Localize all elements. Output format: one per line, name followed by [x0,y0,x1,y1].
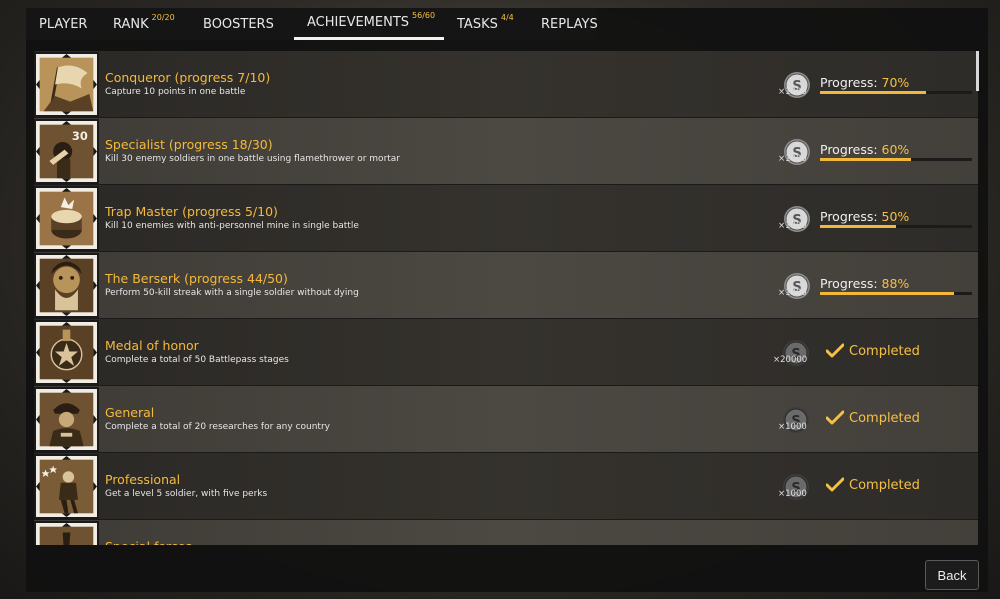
achievement-row: Medal of honor Complete a total of 50 Bat… [34,319,978,386]
checkmark-icon [826,477,844,492]
progress-percent: 50% [881,209,910,224]
special-forces-icon [34,521,99,545]
mine-icon [34,186,99,251]
progress-bar [820,292,972,295]
tab-achievements[interactable]: ACHIEVEMENTS 56/60 [294,8,444,40]
achievement-description: Complete a total of 50 Battlepass stages [105,355,289,365]
achievement-title: Specialist (progress 18/30) [105,137,273,152]
progress-label: Progress: 70% [820,75,909,90]
progress-bar-fill [820,225,896,228]
tab-label: ACHIEVEMENTS [307,15,410,30]
progress-label: Progress: 88% [820,276,909,291]
progress-bar-fill [820,158,912,161]
tab-tasks[interactable]: TASKS 4/4 [444,8,528,40]
achievement-description: Kill 10 enemies with anti-personnel mine… [105,221,359,231]
progress-percent: 60% [881,142,910,157]
tab-label: REPLAYS [541,16,598,32]
completed-status: Completed [826,343,920,359]
achievement-title: Conqueror (progress 7/10) [105,70,271,85]
tab-label: RANK [113,16,149,32]
completed-status: Completed [826,477,920,493]
achievement-title: Medal of honor [105,338,199,353]
completed-status: Completed [826,410,920,426]
achievement-title: Special forces [105,539,192,545]
progress-bar-fill [820,292,954,295]
achievement-row: Special forces [34,520,978,545]
berserk-icon [34,253,99,318]
tab-rank[interactable]: RANK 20/20 [100,8,190,40]
checkmark-icon [826,343,844,358]
progress-percent: 70% [881,75,910,90]
reward-amount: ×20000 [773,355,808,365]
flag-icon [34,52,99,117]
achievement-title: The Berserk (progress 44/50) [105,271,288,286]
tab-bar: PLAYER RANK 20/20 BOOSTERS ACHIEVEMENTS 56/60… [26,8,598,40]
reward-amount: ×1000 [778,288,807,298]
achievement-list[interactable]: Conqueror (progress 7/10) Capture 10 poin… [34,51,978,545]
achievement-title: General [105,405,155,420]
reward-amount: ×1000 [778,87,807,97]
completed-label: Completed [849,477,920,493]
achievement-description: Kill 30 enemy soldiers in one battle usi… [105,154,401,164]
specialist-30-icon: 30 [34,119,99,184]
achievement-row: Trap Master (progress 5/10) Kill 10 enemi… [34,185,978,252]
tab-label: BOOSTERS [203,16,274,32]
reward-amount: ×1000 [778,221,807,231]
progress-prefix: Progress: [820,142,882,157]
progress-label: Progress: 60% [820,142,909,157]
progress-percent: 88% [881,276,910,291]
soldier-icon [34,454,99,519]
progress-prefix: Progress: [820,276,882,291]
tab-replays[interactable]: REPLAYS [528,8,598,40]
medal-icon [34,320,99,385]
completed-label: Completed [849,343,920,359]
tab-label: TASKS [457,16,498,32]
tab-count: 20/20 [151,12,175,22]
completed-label: Completed [849,410,920,426]
reward-amount: ×1000 [778,154,807,164]
achievement-description: Capture 10 points in one battle [105,87,246,97]
progress-bar [820,225,972,228]
back-button[interactable]: Back [925,560,979,590]
tab-count: 4/4 [500,12,514,22]
svg-text:30: 30 [72,129,88,143]
scrollbar-thumb[interactable] [976,51,979,91]
achievement-row: Professional Get a level 5 soldier, with … [34,453,978,520]
achievement-description: Perform 50-kill streak with a single sol… [105,288,359,298]
progress-prefix: Progress: [820,75,882,90]
achievement-title: Professional [105,472,181,487]
progress-bar-fill [820,91,927,94]
achievement-title: Trap Master (progress 5/10) [105,204,278,219]
progress-label: Progress: 50% [820,209,909,224]
achievement-row: 30 Specialist (progress 18/30) Kill 30 ene… [34,118,978,185]
reward-amount: ×1000 [778,489,807,499]
achievement-description: Complete a total of 20 researches for an… [105,422,330,432]
tab-player[interactable]: PLAYER [26,8,100,40]
progress-prefix: Progress: [820,209,882,224]
tab-label: PLAYER [39,16,88,32]
achievement-row: Conqueror (progress 7/10) Capture 10 poin… [34,51,978,118]
achievement-row: The Berserk (progress 44/50) Perform 50-k… [34,252,978,319]
reward-amount: ×1000 [778,422,807,432]
progress-bar [820,158,972,161]
achievement-description: Get a level 5 soldier, with five perks [105,489,268,499]
progress-bar [820,91,972,94]
checkmark-icon [826,410,844,425]
achievement-row: General Complete a total of 20 researches… [34,386,978,453]
tab-count: 56/60 [412,11,436,20]
general-icon [34,387,99,452]
tab-boosters[interactable]: BOOSTERS [190,8,294,40]
